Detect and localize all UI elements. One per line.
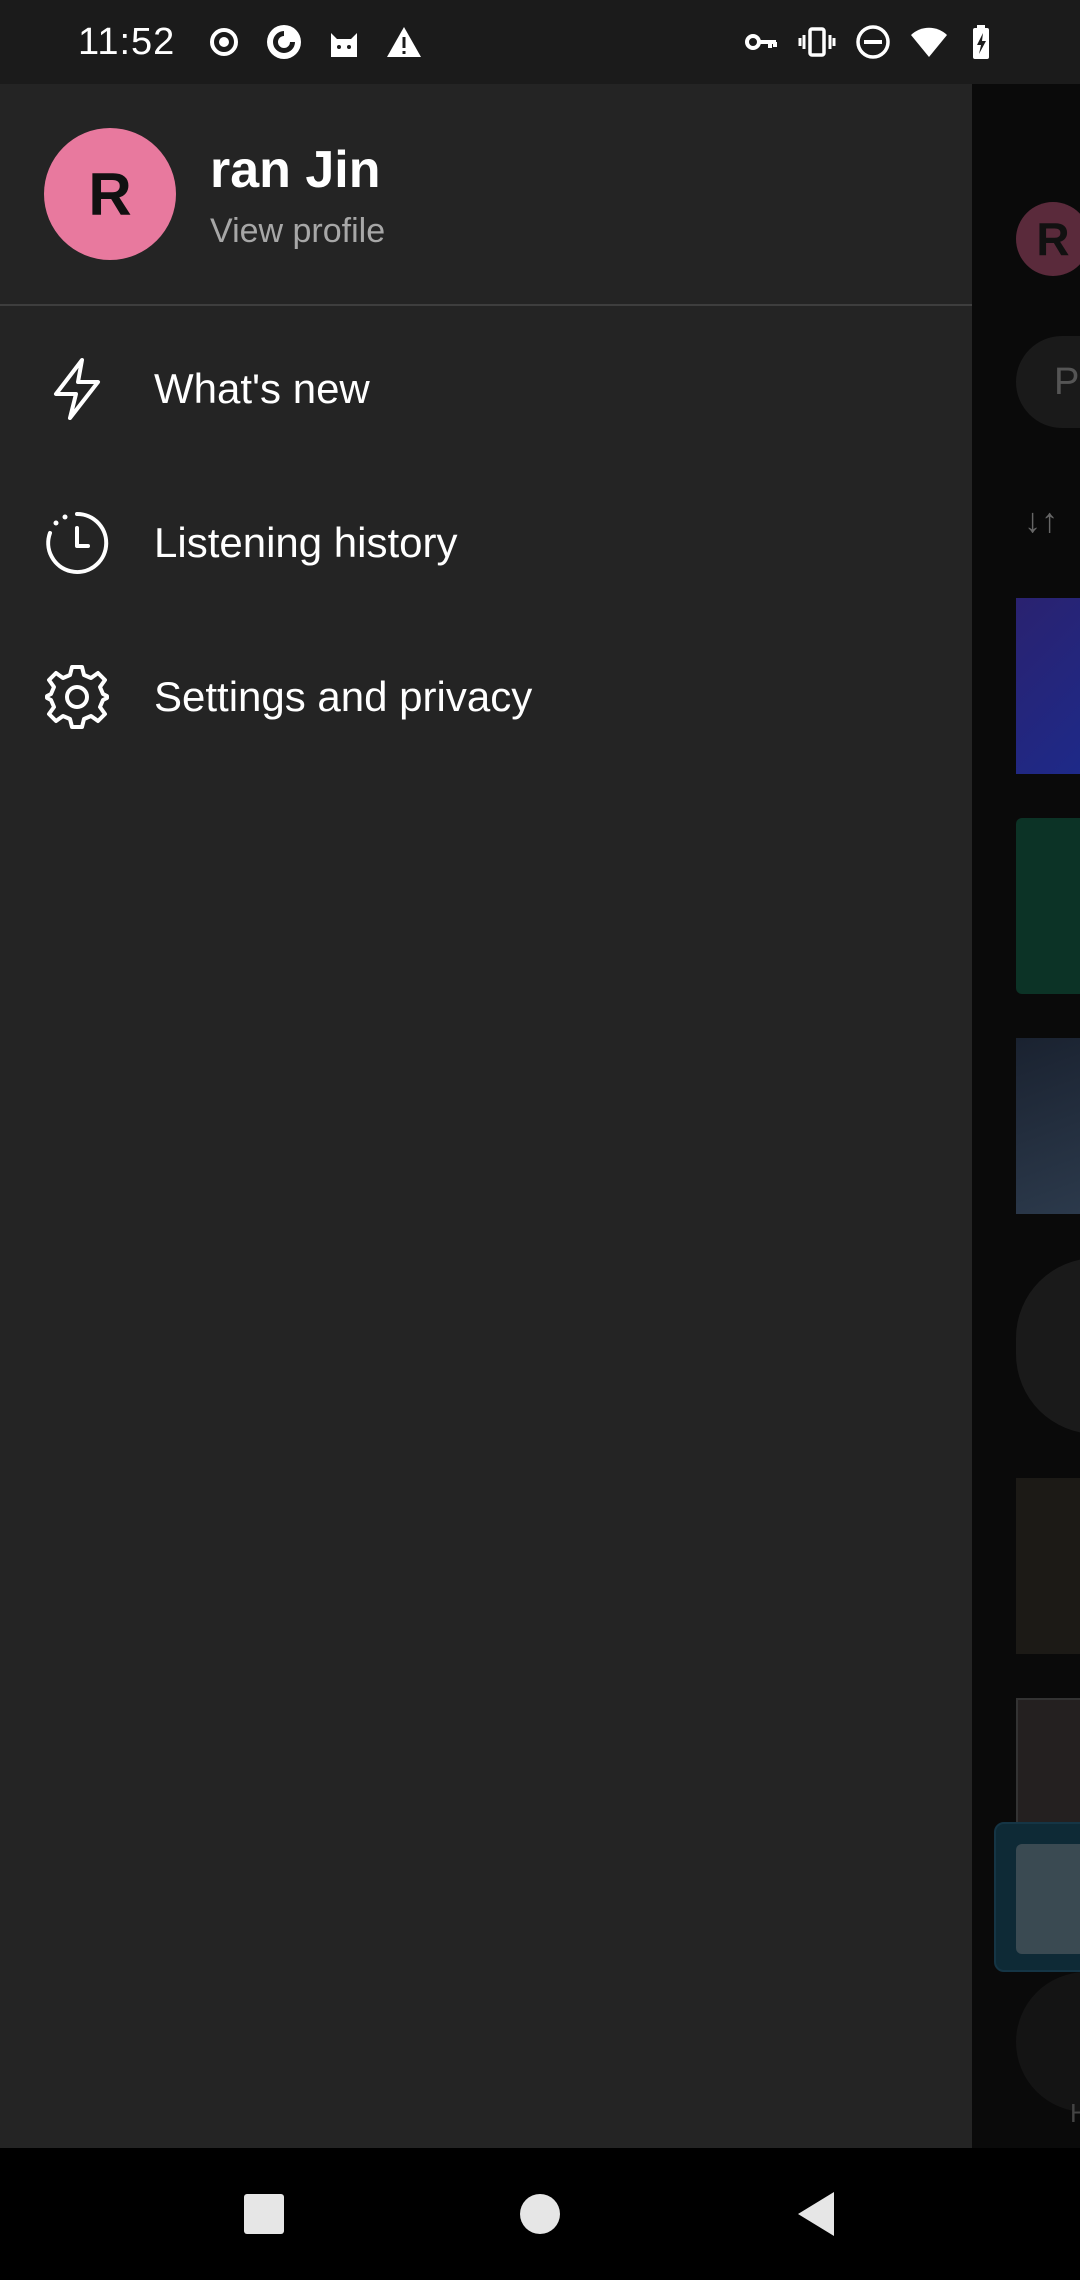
lightning-icon: [42, 354, 112, 424]
status-left-icons: [205, 23, 423, 61]
menu-item-whats-new[interactable]: What's new: [0, 312, 972, 466]
drawer-menu: What's new Listening history Settings an…: [0, 312, 972, 774]
background-mini-player-art: [1016, 1844, 1080, 1954]
menu-item-label: What's new: [154, 365, 370, 412]
status-bar: 11:52: [0, 0, 1080, 84]
system-navigation-bar: [0, 2148, 1080, 2280]
background-sort-icon: ↓↑: [1024, 502, 1058, 540]
status-right-icons: [742, 23, 1004, 61]
pocket-casts-icon: [267, 25, 302, 59]
view-profile-link[interactable]: View profile: [210, 212, 385, 251]
warning-icon: [387, 27, 422, 57]
recents-button[interactable]: [234, 2184, 294, 2244]
circle-icon: [520, 2194, 560, 2234]
background-thumbnail: [1016, 1478, 1080, 1654]
menu-item-listening-history[interactable]: Listening history: [0, 466, 972, 620]
do-not-disturb-icon: [856, 25, 890, 59]
background-thumbnail: [1016, 818, 1080, 994]
square-icon: [244, 2194, 284, 2234]
record-icon: [210, 28, 239, 56]
background-nav-circle: [1016, 1972, 1080, 2112]
background-filter-chip: P: [1016, 336, 1080, 428]
vibrate-icon: [798, 27, 836, 57]
background-thumbnail: [1016, 1258, 1080, 1434]
divider: [0, 304, 972, 306]
background-thumbnail: [1016, 1038, 1080, 1214]
clock-history-icon: [42, 508, 112, 578]
background-thumbnail: [1016, 598, 1080, 774]
background-avatar: R: [1016, 202, 1080, 276]
menu-item-settings-privacy[interactable]: Settings and privacy: [0, 620, 972, 774]
vpn-key-icon: [745, 34, 777, 50]
side-drawer: R ran Jin View profile What's new Listen…: [0, 84, 972, 2148]
background-mini-player: [994, 1822, 1080, 1972]
background-library-screen[interactable]: R P ↓↑ H: [972, 84, 1080, 2148]
background-nav-label: H: [1070, 2098, 1080, 2128]
menu-item-label: Settings and privacy: [154, 673, 533, 720]
triangle-back-icon: [798, 2192, 834, 2236]
home-button[interactable]: [510, 2184, 570, 2244]
avatar[interactable]: R: [44, 128, 176, 260]
battery-charging-icon: [973, 25, 989, 59]
profile-row[interactable]: R ran Jin View profile: [0, 84, 972, 304]
wifi-icon: [911, 27, 947, 57]
menu-item-label: Listening history: [154, 519, 458, 566]
status-time: 11:52: [78, 20, 176, 63]
profile-name: ran Jin: [210, 141, 381, 199]
back-button[interactable]: [786, 2184, 846, 2244]
gear-icon: [42, 662, 112, 732]
cat-app-icon: [331, 33, 358, 57]
